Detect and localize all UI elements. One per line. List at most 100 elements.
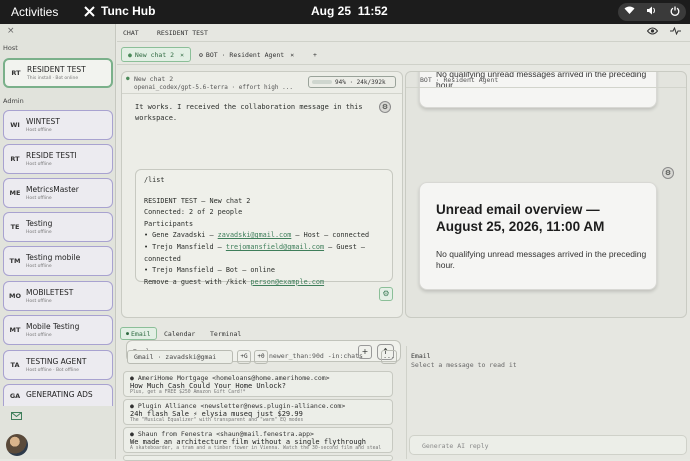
email-card-body: No qualifying unread messages arrived in… (436, 249, 647, 270)
tab-terminal[interactable]: Terminal (205, 327, 246, 340)
workspace-abbr: RT (11, 69, 21, 77)
model-label: openai_codex/gpt-5.6-terra · effort high… (134, 84, 293, 91)
workspace-name: Testing mobile (26, 253, 81, 262)
system-tray[interactable] (618, 3, 686, 21)
workspace-abbr: RT (10, 155, 20, 163)
list-line: Connected: 2 of 2 people (144, 208, 243, 217)
email-row[interactable]: ● Shaun from Fenestra <shaun@mail.fenest… (123, 427, 393, 453)
more-button[interactable]: ... (381, 350, 397, 364)
workspace-status: Host offline (26, 299, 52, 304)
eye-icon[interactable] (646, 27, 659, 38)
clock-time: 11:52 (357, 4, 388, 18)
workspace-status: Host offline (26, 162, 52, 167)
participant-email-link[interactable]: zavadski@gmail.com (218, 231, 292, 239)
workspace-status: Host offline (26, 196, 52, 201)
clock[interactable]: Aug 25 11:52 (311, 4, 388, 18)
app-menu[interactable]: Tunc Hub (84, 4, 155, 18)
wifi-icon (624, 6, 635, 18)
close-icon[interactable]: × (290, 51, 294, 59)
participant-row: • Trejo Mansfield — trejomansfield@gmail… (144, 242, 384, 254)
workspace-card[interactable]: MO MOBILETEST Host offline (3, 281, 113, 311)
workspace-card[interactable]: GA GENERATING ADS (3, 384, 113, 406)
activities-button[interactable]: Activities (11, 5, 58, 19)
usage-text: 94% · 24k/392k (335, 78, 386, 86)
tab-email[interactable]: ● Email (120, 327, 157, 340)
account-select[interactable]: Gmail · zavadski@gmai (127, 350, 233, 364)
email-card-title: Unread email overview — August 25, 2026,… (436, 202, 605, 234)
workspace-name: RESIDE TESTI (26, 151, 77, 160)
email-from: ● AmeriHome Mortgage <homeloans@home.ame… (130, 374, 386, 382)
volume-icon (647, 6, 657, 18)
tab-new-chat-2[interactable]: ● New chat 2 × (121, 47, 191, 62)
workspace-sidebar: × Host RT RESIDENT TEST This install · Bo… (0, 24, 116, 459)
workspace-name: TESTING AGENT (26, 357, 87, 366)
generate-ai-reply-button[interactable]: Generate AI reply (409, 435, 687, 455)
workspace-abbr: ME (9, 189, 21, 197)
tab-label: New chat 2 (134, 50, 175, 59)
email-row[interactable]: ● AmeriHome Mortgage <homeloans@home.ame… (123, 371, 393, 397)
participant-name: • Trejo Mansfield — (144, 242, 226, 251)
kick-example-link[interactable]: person@example.com (250, 278, 324, 286)
power-icon (670, 6, 680, 19)
section-admin-label: Admin (3, 97, 24, 105)
activity-icon[interactable] (670, 26, 681, 38)
tab-bot-resident-agent[interactable]: ⚙ BOT · Resident Agent × (193, 47, 300, 62)
workspace-card[interactable]: MT Mobile Testing Host offline (3, 315, 113, 345)
participant-email-link[interactable]: trejomansfield@gmail.com (226, 243, 324, 251)
reader-title: Email (411, 352, 431, 360)
dot-icon: ● (130, 402, 138, 410)
email-from: ● Plugin Alliance <newsletter@news.plugi… (130, 402, 386, 410)
tab-label: BOT · Resident Agent (205, 50, 285, 59)
email-row[interactable]: ● Plugin Alliance <newsletter@news.plugi… (123, 399, 393, 425)
settings-gear-button[interactable]: ⚙ (379, 287, 393, 301)
clock-date: Aug 25 (311, 4, 352, 18)
app-logo-icon (84, 5, 95, 17)
tab-calendar[interactable]: Calendar (159, 327, 200, 340)
workspace-card[interactable]: TE Testing Host offline (3, 212, 113, 242)
workspace-card[interactable]: RT RESIDE TESTI Host offline (3, 144, 113, 174)
workspace-abbr: GA (9, 391, 21, 400)
add-gmail-button[interactable]: +G (237, 350, 251, 364)
mail-icon[interactable] (11, 412, 22, 423)
workspace-card[interactable]: ME MetricsMaster Host offline (3, 178, 113, 208)
email-row[interactable] (123, 455, 393, 461)
bot-avatar-icon: ⚙ (662, 167, 674, 179)
workspace-card[interactable]: TA TESTING AGENT Host offline · Bot offlin… (3, 350, 113, 380)
email-subject: How Much Cash Could Your Home Unlock? (130, 382, 286, 390)
app-name: Tunc Hub (101, 4, 156, 18)
email-preview: A skateboarder, a tram and a timber towe… (130, 446, 382, 451)
workspace-title: RESIDENT TEST (157, 29, 208, 37)
search-query[interactable]: newer_than:90d -in:chats (269, 352, 363, 360)
close-icon[interactable]: × (180, 51, 184, 59)
workspace-name: MetricsMaster (26, 185, 79, 194)
email-sender: Shaun from Fenestra <shaun@mail.fenestra… (137, 430, 314, 438)
dot-icon: ● (128, 50, 132, 59)
top-bar: Activities Tunc Hub Aug 25 11:52 (0, 0, 690, 24)
participant-row: • Gene Zavadski — zavadski@gmail.com — H… (144, 230, 384, 242)
add-tab-button[interactable]: + (307, 47, 323, 62)
close-icon[interactable]: × (7, 26, 15, 36)
chat-label[interactable]: CHAT (123, 29, 139, 37)
add-outlook-button[interactable]: +0 (254, 350, 268, 364)
email-subject: 24h flash Sale ⚡ elysia museq just $29.9… (130, 410, 303, 418)
chat-pane-left: ● New chat 2 openai_codex/gpt-5.6-terra … (121, 71, 403, 362)
context-usage-meter: 94% · 24k/392k (308, 76, 396, 88)
workspace-name: MOBILETEST (26, 288, 74, 297)
workspace-abbr: TA (10, 361, 20, 369)
workspace-name: Testing (26, 219, 53, 228)
kick-hint-text: Remove a guest with /kick (144, 277, 251, 286)
workspace-card-host[interactable]: RT RESIDENT TEST This install · Bot onlin… (3, 58, 113, 88)
workspace-abbr: TM (9, 257, 21, 265)
workspace-card[interactable]: TM Testing mobile Host offline (3, 246, 113, 276)
email-preview: The "Musical Equalizer" with transparent… (130, 418, 304, 423)
status-dot-icon: ● (126, 75, 130, 82)
participant-name: • Gene Zavadski — (144, 231, 218, 240)
workspace-card[interactable]: WI WINTEST Host offline (3, 110, 113, 140)
section-host-label: Host (3, 44, 18, 52)
email-sender: AmeriHome Mortgage <homeloans@home.ameri… (137, 374, 330, 382)
workspace-name: WINTEST (26, 117, 60, 126)
user-avatar[interactable] (6, 434, 28, 456)
bot-icon: ⚙ (199, 50, 203, 59)
email-toolbar: Gmail · zavadski@gmai +G +0 newer_than:9… (123, 350, 399, 364)
list-command-card: /list RESIDENT TEST — New chat 2 Connect… (135, 169, 393, 286)
